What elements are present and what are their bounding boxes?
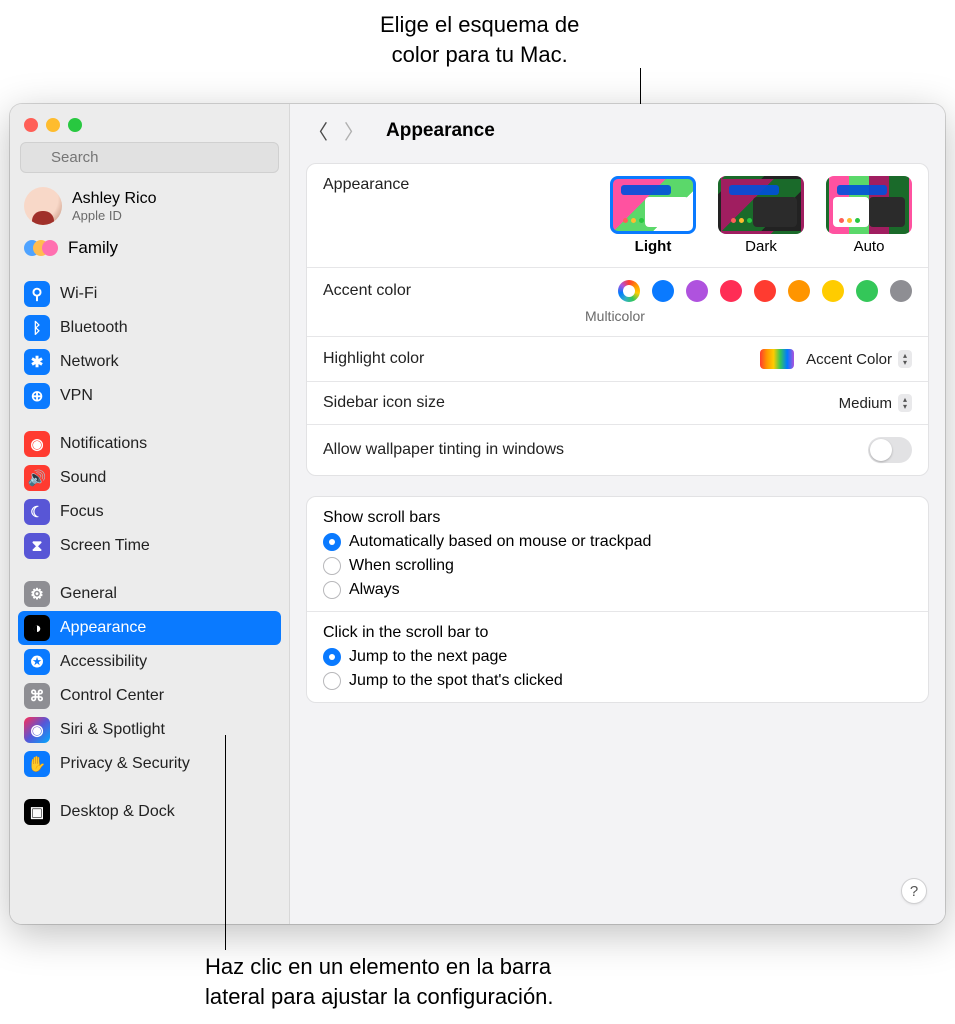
family-icon <box>24 237 58 259</box>
sidebar-item-desktop[interactable]: ▣ Desktop & Dock <box>10 795 289 829</box>
radio-icon <box>323 672 341 690</box>
scrollclick-title: Click in the scroll bar to <box>323 624 912 642</box>
theme-thumb-auto <box>826 176 912 234</box>
callout-bottom: Haz clic en un elemento en la barra late… <box>205 952 554 1011</box>
fullscreen-button[interactable] <box>68 118 82 132</box>
radio-icon <box>323 581 341 599</box>
scrollbars-opt-when[interactable]: When scrolling <box>323 557 912 575</box>
theme-thumb-dark <box>718 176 804 234</box>
sidebar-item-wifi[interactable]: ⚲ Wi-Fi <box>10 277 289 311</box>
scrollbars-opt-auto[interactable]: Automatically based on mouse or trackpad <box>323 533 912 551</box>
theme-thumb-light <box>610 176 696 234</box>
accent-multicolor[interactable] <box>618 280 640 302</box>
search-container: ⌕ <box>10 142 289 181</box>
window-controls <box>10 104 289 142</box>
appearance-option-light[interactable]: Light <box>610 176 696 255</box>
controlcenter-icon: ⌘ <box>24 683 50 709</box>
apple-id-row[interactable]: Ashley Rico Apple ID <box>10 181 289 231</box>
scrollbars-opt-always[interactable]: Always <box>323 581 912 599</box>
focus-icon: ☾ <box>24 499 50 525</box>
appearance-option-auto[interactable]: Auto <box>826 176 912 255</box>
help-button[interactable]: ? <box>901 878 927 904</box>
accent-yellow[interactable] <box>822 280 844 302</box>
wallpaper-tint-label: Allow wallpaper tinting in windows <box>323 441 564 459</box>
accent-pink[interactable] <box>720 280 742 302</box>
accent-label: Accent color <box>323 282 411 300</box>
family-label: Family <box>68 238 118 258</box>
content-pane: 〈 〉 Appearance Appearance Light <box>290 104 945 924</box>
sidebar-item-screentime[interactable]: ⧗ Screen Time <box>10 529 289 563</box>
wallpaper-tint-toggle[interactable] <box>868 437 912 463</box>
callout-top: Elige el esquema de color para tu Mac. <box>380 10 579 69</box>
highlight-swatch-icon <box>760 349 794 369</box>
accent-blue[interactable] <box>652 280 674 302</box>
sidebar-item-accessibility[interactable]: ✪ Accessibility <box>10 645 289 679</box>
sidebar-item-focus[interactable]: ☾ Focus <box>10 495 289 529</box>
appearance-options: Light Dark Auto <box>610 176 912 255</box>
sidebar-icon-select[interactable]: Medium ▴▾ <box>839 394 912 412</box>
network-icon: ✱ <box>24 349 50 375</box>
highlight-label: Highlight color <box>323 350 424 368</box>
toolbar: 〈 〉 Appearance <box>290 104 945 157</box>
accent-selected-name: Multicolor <box>585 308 912 324</box>
highlight-select[interactable]: Accent Color ▴▾ <box>760 349 912 369</box>
account-sub: Apple ID <box>72 208 156 223</box>
sidebar: ⌕ Ashley Rico Apple ID Family ⚲ Wi-Fi ᛒ … <box>10 104 290 924</box>
scrollclick-opt-next[interactable]: Jump to the next page <box>323 648 912 666</box>
accent-graphite[interactable] <box>890 280 912 302</box>
appearance-icon: ◑ <box>24 615 50 641</box>
chevron-updown-icon: ▴▾ <box>898 394 912 412</box>
accent-green[interactable] <box>856 280 878 302</box>
bluetooth-icon: ᛒ <box>24 315 50 341</box>
siri-icon: ◉ <box>24 717 50 743</box>
privacy-icon: ✋ <box>24 751 50 777</box>
sidebar-item-sound[interactable]: 🔊 Sound <box>10 461 289 495</box>
sound-icon: 🔊 <box>24 465 50 491</box>
sidebar-item-general[interactable]: ⚙ General <box>10 577 289 611</box>
accent-color-picker <box>618 280 912 302</box>
radio-icon <box>323 648 341 666</box>
forward-button[interactable]: 〉 <box>344 116 364 145</box>
appearance-panel: Appearance Light <box>306 163 929 476</box>
sidebar-item-network[interactable]: ✱ Network <box>10 345 289 379</box>
notifications-icon: ◉ <box>24 431 50 457</box>
search-input[interactable] <box>20 142 279 173</box>
desktop-icon: ▣ <box>24 799 50 825</box>
radio-icon <box>323 557 341 575</box>
accent-purple[interactable] <box>686 280 708 302</box>
back-button[interactable]: 〈 <box>308 116 328 145</box>
sidebar-item-vpn[interactable]: ⊕ VPN <box>10 379 289 413</box>
avatar <box>24 187 62 225</box>
sidebar-item-controlcenter[interactable]: ⌘ Control Center <box>10 679 289 713</box>
sidebar-icon-label: Sidebar icon size <box>323 394 445 412</box>
vpn-icon: ⊕ <box>24 383 50 409</box>
chevron-updown-icon: ▴▾ <box>898 350 912 368</box>
wifi-icon: ⚲ <box>24 281 50 307</box>
accent-orange[interactable] <box>788 280 810 302</box>
accessibility-icon: ✪ <box>24 649 50 675</box>
scrollclick-opt-spot[interactable]: Jump to the spot that's clicked <box>323 672 912 690</box>
family-row[interactable]: Family <box>10 231 289 269</box>
callout-line-sidebar <box>225 735 226 950</box>
account-name: Ashley Rico <box>72 190 156 208</box>
screentime-icon: ⧗ <box>24 533 50 559</box>
general-icon: ⚙ <box>24 581 50 607</box>
radio-icon <box>323 533 341 551</box>
appearance-label: Appearance <box>323 176 409 194</box>
sidebar-item-notifications[interactable]: ◉ Notifications <box>10 427 289 461</box>
sidebar-item-privacy[interactable]: ✋ Privacy & Security <box>10 747 289 781</box>
scroll-panel: Show scroll bars Automatically based on … <box>306 496 929 703</box>
settings-window: ⌕ Ashley Rico Apple ID Family ⚲ Wi-Fi ᛒ … <box>10 104 945 924</box>
page-title: Appearance <box>386 120 495 142</box>
sidebar-item-appearance[interactable]: ◑ Appearance <box>18 611 281 645</box>
close-button[interactable] <box>24 118 38 132</box>
appearance-option-dark[interactable]: Dark <box>718 176 804 255</box>
minimize-button[interactable] <box>46 118 60 132</box>
sidebar-item-siri[interactable]: ◉ Siri & Spotlight <box>10 713 289 747</box>
scrollbars-title: Show scroll bars <box>323 509 912 527</box>
sidebar-item-bluetooth[interactable]: ᛒ Bluetooth <box>10 311 289 345</box>
accent-red[interactable] <box>754 280 776 302</box>
